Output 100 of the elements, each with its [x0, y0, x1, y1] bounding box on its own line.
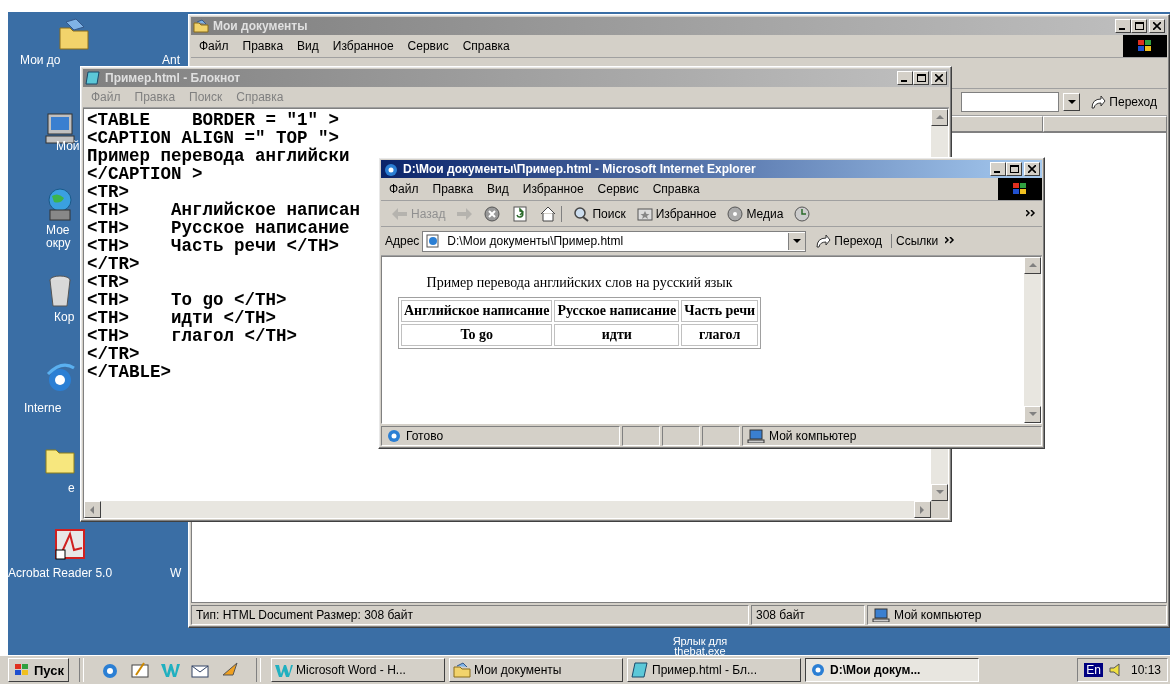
table-header: Русское написание [554, 300, 680, 322]
media-icon [726, 205, 745, 222]
folder-icon [453, 662, 471, 678]
go-button[interactable]: Переход [1084, 95, 1163, 109]
home-icon [539, 205, 558, 222]
maximize-icon [1009, 165, 1019, 173]
code-line: </TABLE> [87, 363, 171, 381]
window-title: D:\Мои документы\Пример.html - Microsoft Internet Explorer [403, 162, 756, 176]
up-arrow-icon [935, 115, 944, 120]
taskbar-button[interactable]: Пример.html - Бл... [627, 658, 801, 682]
menu-item[interactable]: Избранное [332, 39, 394, 53]
status-text: 308 байт [751, 605, 865, 625]
minimize-button[interactable] [990, 162, 1006, 176]
horizontal-scrollbar[interactable] [84, 501, 931, 518]
column-header[interactable] [951, 116, 1043, 132]
close-icon [1153, 22, 1161, 30]
curved-arrow-icon [1090, 95, 1107, 109]
table-cell: идти [554, 324, 680, 346]
ie-icon[interactable] [100, 661, 120, 679]
down-arrow-icon[interactable] [1028, 412, 1037, 417]
vertical-scrollbar[interactable] [1024, 257, 1041, 423]
ie-icon [383, 162, 399, 176]
chevron-icon[interactable] [1026, 209, 1036, 218]
address-field[interactable] [961, 92, 1060, 112]
desktop-icon-label[interactable]: Acrobat Reader 5.0 [8, 567, 113, 580]
page-icon [425, 234, 442, 248]
menu-item[interactable]: Справка [462, 39, 510, 53]
ie-page-icon [386, 429, 402, 443]
taskbar-button[interactable]: D:\Мои докум... [805, 658, 979, 682]
computer-icon [747, 429, 765, 443]
desktop-icon[interactable] [130, 661, 150, 679]
desktop-icon-label[interactable]: Мое окру [46, 224, 71, 250]
desktop-icon-label[interactable]: Мой [56, 140, 80, 153]
windows-flag-icon [1011, 181, 1029, 197]
windows-flag-icon [1136, 38, 1154, 54]
status-text: Готово [381, 426, 620, 446]
table-header: Английское написание [401, 300, 553, 322]
maximize-icon [916, 74, 926, 82]
folder-icon[interactable] [58, 18, 90, 52]
caret-icon [793, 238, 802, 244]
right-arrow-icon[interactable] [920, 505, 925, 514]
desktop-icon-label[interactable]: Ярлык для thebat.exe [660, 636, 740, 656]
address-field[interactable]: D:\Мои документы\Пример.html [422, 230, 807, 252]
dropdown-button[interactable] [788, 232, 806, 250]
go-button[interactable]: Переход [809, 234, 889, 248]
ie-icon [809, 662, 827, 678]
desktop-icon-label[interactable]: Interne [24, 402, 62, 415]
search-button[interactable]: Поиск [568, 205, 630, 222]
close-button[interactable] [1024, 162, 1040, 176]
up-arrow-icon[interactable] [1028, 263, 1037, 268]
caret-icon [1067, 99, 1076, 105]
code-line: <TH> глагол </TH> [87, 327, 298, 345]
menu-item[interactable]: Правка [432, 182, 474, 196]
close-icon [935, 74, 943, 82]
start-button[interactable]: Пуск [8, 658, 69, 682]
menu-item[interactable]: Справка [652, 182, 700, 196]
desktop-icon-label[interactable]: Мои до [20, 54, 61, 67]
bat-icon[interactable] [220, 661, 240, 679]
media-button[interactable]: Медиа [722, 205, 788, 222]
table-cell: глагол [681, 324, 759, 346]
status-text: Мой компьютер [742, 426, 1042, 446]
notepad-icon [631, 662, 649, 678]
windows-flag-icon [13, 662, 31, 678]
maximize-icon [1134, 22, 1144, 30]
code-line: <TR> [87, 183, 129, 201]
favorites-button[interactable]: Избранное [631, 205, 721, 222]
curved-arrow-icon [815, 234, 832, 248]
menu-item[interactable]: Вид [487, 182, 509, 196]
computer-icon [872, 608, 890, 622]
menu-item[interactable]: Сервис [407, 39, 449, 53]
menu-item[interactable]: Сервис [597, 182, 639, 196]
chevron-icon[interactable] [945, 237, 956, 245]
links-button[interactable]: Ссылки [891, 234, 943, 248]
address-label: Адрес [385, 234, 420, 248]
code-line: <TH> To go </TH> [87, 291, 287, 309]
close-icon [1028, 165, 1036, 173]
pdf-icon[interactable] [54, 528, 86, 562]
desktop-icon-label[interactable]: e [68, 482, 75, 495]
refresh-icon [511, 205, 530, 222]
code-line: <TH> Часть речи </TH> [87, 237, 340, 255]
column-header[interactable] [1043, 116, 1167, 132]
language-indicator[interactable]: En [1084, 663, 1103, 677]
desktop-icon-label[interactable]: Ant [162, 54, 180, 67]
menu-item[interactable]: Файл [389, 182, 419, 196]
taskbar-button[interactable]: Мои документы [449, 658, 623, 682]
menu-item[interactable]: Правка [242, 39, 284, 53]
taskbar-button[interactable]: Microsoft Word - Н... [271, 658, 445, 682]
right-arrow-icon [455, 205, 474, 222]
desktop-icon-label[interactable]: Кор [54, 311, 75, 324]
maximize-button[interactable] [1006, 162, 1022, 176]
scroll-up-button[interactable] [931, 109, 948, 126]
menu-item[interactable]: Избранное [522, 182, 584, 196]
menu-item[interactable]: Файл [199, 39, 229, 53]
scroll-down-button[interactable] [931, 484, 948, 501]
code-line: <TH> Русское написание [87, 219, 350, 237]
code-line: </CAPTION > [87, 165, 203, 183]
left-arrow-icon[interactable] [90, 505, 95, 514]
desktop-icon-label[interactable]: W [170, 567, 182, 580]
table-caption: Пример перевода английских слов на русский язык [425, 275, 734, 292]
menu-item[interactable]: Вид [297, 39, 319, 53]
